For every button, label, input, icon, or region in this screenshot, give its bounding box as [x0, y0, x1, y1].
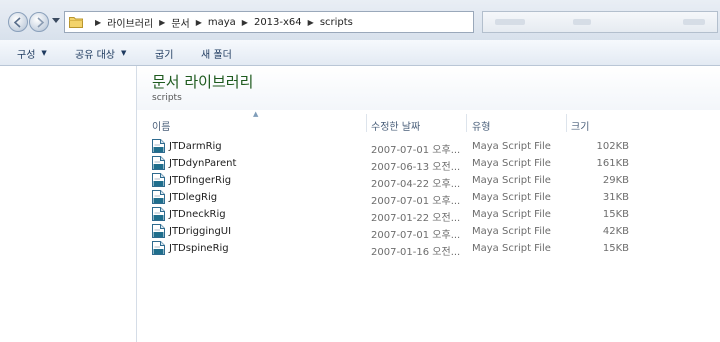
file-row[interactable]: JTDarmRig 2007-07-01 오후... Maya Script Fil…: [137, 138, 720, 156]
file-type: Maya Script File: [472, 226, 551, 237]
column-divider[interactable]: [366, 114, 367, 132]
organize-menu-button[interactable]: 구성 ▼: [17, 40, 47, 66]
column-headers: ▲ 이름 수정한 날짜 유형 크기: [137, 110, 720, 134]
file-type: Maya Script File: [472, 209, 551, 220]
forward-arrow-icon: [37, 17, 45, 28]
address-bar-area: ▶ 라이브러리 ▶ 문서 ▶ maya ▶ 2013-x64 ▶ scripts: [0, 0, 720, 40]
file-row[interactable]: JTDdynParent 2007-06-13 오전... Maya Script …: [137, 155, 720, 173]
file-date-modified: 2007-07-01 오후...: [371, 196, 461, 207]
file-date-modified: 2007-06-13 오전...: [371, 162, 461, 173]
file-size: 15KB: [602, 243, 629, 254]
chevron-right-icon[interactable]: ▶: [308, 18, 314, 27]
maya-script-file-icon: [152, 207, 165, 224]
chevron-right-icon[interactable]: ▶: [95, 18, 101, 27]
chevron-down-icon: ▼: [120, 49, 127, 57]
file-name: JTDspineRig: [169, 243, 229, 254]
file-row[interactable]: JTDspineRig 2007-01-16 오전... Maya Script F…: [137, 240, 720, 258]
breadcrumb-scripts[interactable]: scripts: [320, 17, 353, 28]
file-date-modified: 2007-01-22 오전...: [371, 213, 461, 224]
breadcrumb-libraries[interactable]: 라이브러리: [107, 15, 153, 30]
file-row[interactable]: JTDfingerRig 2007-04-22 오후... Maya Script …: [137, 172, 720, 190]
folder-icon: [69, 16, 83, 28]
address-breadcrumb[interactable]: ▶ 라이브러리 ▶ 문서 ▶ maya ▶ 2013-x64 ▶ scripts: [64, 11, 474, 33]
file-row[interactable]: JTDneckRig 2007-01-22 오전... Maya Script Fi…: [137, 206, 720, 224]
burn-label: 굽기: [155, 49, 174, 61]
file-type: Maya Script File: [472, 243, 551, 254]
column-divider[interactable]: [566, 114, 567, 132]
column-header-date[interactable]: 수정한 날짜: [371, 118, 420, 133]
column-header-size[interactable]: 크기: [571, 118, 589, 133]
file-name: JTDneckRig: [169, 209, 226, 220]
column-header-name[interactable]: 이름: [152, 118, 170, 133]
sort-ascending-icon: ▲: [253, 110, 259, 118]
maya-script-file-icon: [152, 173, 165, 190]
file-list-pane: 문서 라이브러리 scripts ▲ 이름 수정한 날짜 유형 크기 JTDar…: [137, 66, 720, 342]
file-rows: JTDarmRig 2007-07-01 오후... Maya Script Fil…: [137, 138, 720, 258]
file-type: Maya Script File: [472, 192, 551, 203]
breadcrumb-maya[interactable]: maya: [208, 17, 236, 28]
search-box[interactable]: [482, 11, 718, 33]
file-date-modified: 2007-01-16 오전...: [371, 247, 461, 258]
file-name: JTDarmRig: [169, 141, 222, 152]
burn-button[interactable]: 굽기: [155, 40, 173, 66]
new-folder-label: 새 폴더: [201, 49, 232, 61]
maya-script-file-icon: [152, 190, 165, 207]
file-size: 31KB: [602, 192, 629, 203]
file-row[interactable]: JTDlegRig 2007-07-01 오후... Maya Script Fil…: [137, 189, 720, 207]
breadcrumb-2013-x64[interactable]: 2013-x64: [254, 17, 302, 28]
share-label: 공유 대상: [75, 49, 115, 61]
column-divider[interactable]: [466, 114, 467, 132]
file-name: JTDlegRig: [169, 192, 218, 203]
maya-script-file-icon: [152, 241, 165, 258]
back-arrow-icon: [13, 17, 21, 28]
file-date-modified: 2007-07-01 오후...: [371, 145, 461, 156]
file-row[interactable]: JTDriggingUI 2007-07-01 오후... Maya Script …: [137, 223, 720, 241]
file-size: 161KB: [596, 158, 629, 169]
file-type: Maya Script File: [472, 141, 551, 152]
recent-pages-dropdown-icon[interactable]: [52, 18, 60, 24]
file-date-modified: 2007-07-01 오후...: [371, 230, 461, 241]
back-button[interactable]: [8, 12, 28, 32]
library-subtitle: scripts: [152, 93, 182, 103]
new-folder-button[interactable]: 새 폴더: [201, 40, 232, 66]
file-name: JTDdynParent: [169, 158, 237, 169]
command-toolbar: 구성 ▼ 공유 대상 ▼ 굽기 새 폴더: [0, 40, 720, 66]
chevron-down-icon: ▼: [41, 49, 47, 57]
chevron-right-icon[interactable]: ▶: [196, 18, 202, 27]
share-with-menu-button[interactable]: 공유 대상 ▼: [75, 40, 126, 66]
maya-script-file-icon: [152, 139, 165, 156]
chevron-right-icon[interactable]: ▶: [242, 18, 248, 27]
file-name: JTDriggingUI: [169, 226, 232, 237]
maya-script-file-icon: [152, 156, 165, 173]
file-date-modified: 2007-04-22 오후...: [371, 179, 461, 190]
column-header-type[interactable]: 유형: [472, 118, 490, 133]
chevron-right-icon[interactable]: ▶: [159, 18, 165, 27]
file-name: JTDfingerRig: [169, 175, 232, 186]
file-size: 102KB: [596, 141, 629, 152]
file-type: Maya Script File: [472, 158, 551, 169]
maya-script-file-icon: [152, 224, 165, 241]
organize-label: 구성: [17, 49, 36, 61]
file-size: 29KB: [602, 175, 629, 186]
file-type: Maya Script File: [472, 175, 551, 186]
library-header: 문서 라이브러리 scripts: [137, 66, 720, 110]
file-size: 15KB: [602, 209, 629, 220]
navigation-pane[interactable]: [0, 66, 137, 342]
forward-button[interactable]: [29, 12, 49, 32]
file-size: 42KB: [602, 226, 629, 237]
library-title: 문서 라이브러리: [152, 73, 254, 91]
breadcrumb-documents[interactable]: 문서: [171, 15, 189, 30]
